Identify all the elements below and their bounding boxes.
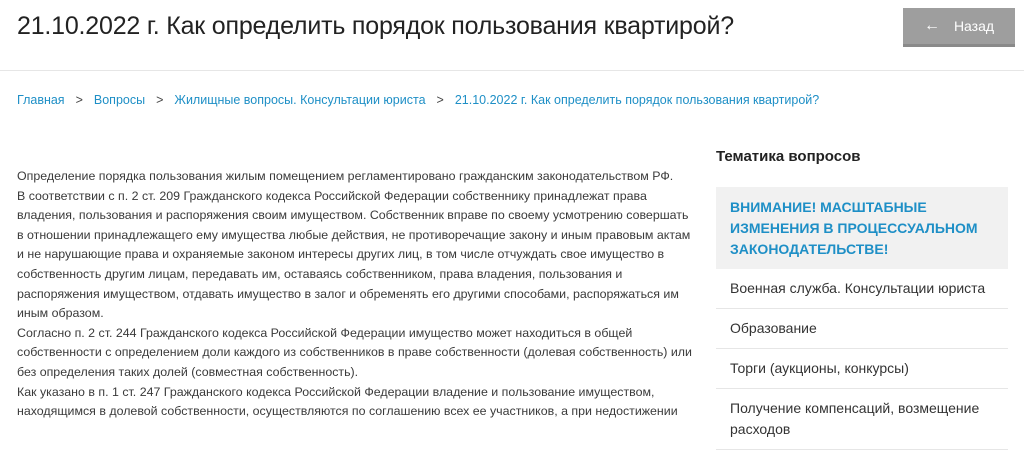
breadcrumb-separator: > <box>436 93 444 107</box>
topic-item-auctions[interactable]: Торги (аукционы, конкурсы) <box>716 349 1008 389</box>
back-button[interactable]: ← Назад <box>903 8 1015 47</box>
header-divider <box>0 70 1024 71</box>
topic-list: ВНИМАНИЕ! МАСШТАБНЫЕ ИЗМЕНЕНИЯ В ПРОЦЕСС… <box>716 187 1008 450</box>
article-paragraph: В соответствии с п. 2 ст. 209 Гражданско… <box>17 188 691 321</box>
arrow-left-icon: ← <box>923 17 940 34</box>
breadcrumb-separator: > <box>156 93 164 107</box>
breadcrumb-home[interactable]: Главная <box>17 93 65 107</box>
breadcrumb-current[interactable]: 21.10.2022 г. Как определить порядок пол… <box>455 93 819 107</box>
breadcrumb: Главная > Вопросы > Жилищные вопросы. Ко… <box>17 93 819 107</box>
topic-item-compensation[interactable]: Получение компенсаций, возмещение расход… <box>716 389 1008 450</box>
article-body: Определение порядка пользования жилым по… <box>17 167 697 422</box>
breadcrumb-separator: > <box>75 93 83 107</box>
back-button-label: Назад <box>953 18 995 34</box>
article-paragraph: Согласно п. 2 ст. 244 Гражданского кодек… <box>17 325 692 379</box>
breadcrumb-questions[interactable]: Вопросы <box>94 93 145 107</box>
topic-item-education[interactable]: Образование <box>716 309 1008 349</box>
page-title: 21.10.2022 г. Как определить порядок пол… <box>17 12 734 40</box>
topic-featured-link[interactable]: ВНИМАНИЕ! МАСШТАБНЫЕ ИЗМЕНЕНИЯ В ПРОЦЕСС… <box>716 187 1008 269</box>
sidebar-title: Тематика вопросов <box>716 148 861 165</box>
breadcrumb-housing[interactable]: Жилищные вопросы. Консультации юриста <box>174 93 425 107</box>
topic-item-military[interactable]: Военная служба. Консультации юриста <box>716 269 1008 309</box>
article-paragraph: Определение порядка пользования жилым по… <box>17 169 674 183</box>
article-paragraph: Как указано в п. 1 ст. 247 Гражданского … <box>17 384 678 419</box>
